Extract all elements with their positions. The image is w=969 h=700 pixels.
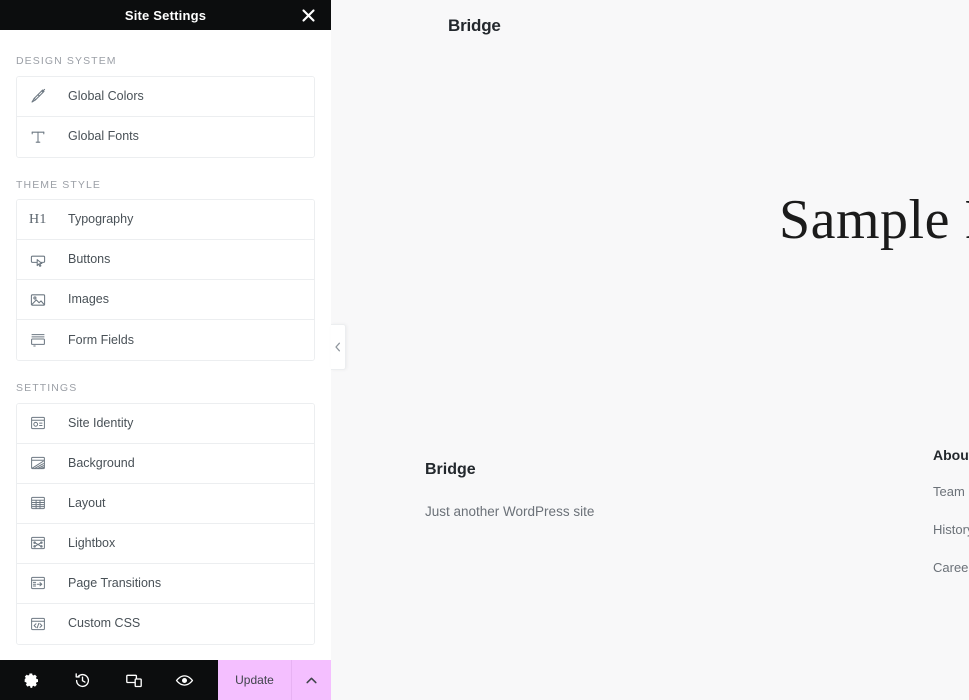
heading-h1-icon: H1 (29, 211, 55, 227)
menu-item-label: Site Identity (68, 415, 134, 430)
layout-icon (29, 494, 55, 512)
update-button[interactable]: Update (218, 660, 291, 700)
panel-header: Site Settings (0, 0, 331, 30)
image-icon (29, 291, 55, 309)
menu-item-label: Form Fields (68, 332, 134, 347)
menu-item-typography[interactable]: H1 Typography (17, 200, 314, 240)
section-label-settings: SETTINGS (16, 382, 78, 394)
panel-title: Site Settings (124, 7, 207, 23)
menu-item-label: Typography (68, 212, 134, 227)
section-label-theme-style: THEME STYLE (16, 178, 102, 191)
page-transitions-icon (29, 574, 55, 592)
menu-item-site-identity[interactable]: Site Identity (17, 403, 314, 444)
footer-link-careers[interactable]: Careers (933, 561, 969, 574)
menu-item-lightbox[interactable]: Lightbox (17, 523, 314, 564)
footer-tagline: Just another WordPress site (425, 504, 595, 519)
custom-css-code-icon (29, 615, 55, 633)
menu-item-label: Buttons (68, 252, 111, 267)
site-settings-panel: Site Settings DESIGN SYSTEM Global Color… (0, 0, 331, 700)
close-icon[interactable] (299, 6, 317, 24)
menu-item-label: Custom CSS (68, 616, 141, 631)
menu-item-page-transitions[interactable]: Page Transitions (17, 563, 314, 604)
update-button-label: Update (235, 673, 274, 687)
typography-t-icon (29, 128, 55, 146)
menu-item-global-fonts[interactable]: Global Fonts (17, 116, 314, 157)
menu-group-settings: Site Identity Background Layout Lightbox… (16, 402, 315, 645)
elementor-editor: Site Settings DESIGN SYSTEM Global Color… (0, 0, 969, 700)
footer-tools-group (0, 660, 218, 700)
preview-site-footer: Bridge Just another WordPress site (425, 462, 969, 519)
background-icon (29, 454, 55, 472)
site-preview-area: Bridge Sample P Bridge Just another Word… (331, 0, 969, 700)
site-identity-icon (29, 414, 55, 432)
h1-glyph: H1 (29, 211, 47, 227)
chevron-up-icon[interactable] (291, 660, 331, 700)
menu-item-layout[interactable]: Layout (17, 483, 314, 524)
form-fields-icon (29, 331, 55, 349)
menu-item-images[interactable]: Images (17, 280, 314, 320)
button-cursor-icon (29, 251, 55, 269)
menu-group-design-system: Global Colors Global Fonts (16, 75, 315, 158)
menu-item-label: Images (68, 292, 109, 307)
section-label-design-system: DESIGN SYSTEM (16, 55, 117, 67)
responsive-mode-icon[interactable] (108, 660, 159, 700)
lightbox-icon (29, 534, 55, 552)
panel-collapse-handle[interactable] (331, 324, 346, 370)
settings-gear-icon[interactable] (6, 660, 57, 700)
preview-site-header: Bridge (448, 17, 501, 34)
menu-item-form-fields[interactable]: Form Fields (17, 320, 314, 360)
footer-brand: Bridge (425, 461, 476, 478)
page-title: Sample P (779, 189, 969, 251)
footer-column-about: About Team History Careers (933, 448, 969, 574)
paintbrush-icon (29, 87, 55, 105)
history-icon[interactable] (57, 660, 108, 700)
menu-item-background[interactable]: Background (17, 443, 314, 484)
preview-hero: Sample P (779, 188, 969, 252)
footer-link-team[interactable]: Team (933, 485, 969, 498)
menu-item-label: Global Fonts (68, 129, 139, 144)
panel-footer-toolbar: Update (0, 660, 331, 700)
menu-item-buttons[interactable]: Buttons (17, 240, 314, 280)
menu-group-theme-style: H1 Typography Buttons Images Form Fields (16, 199, 315, 361)
menu-item-label: Global Colors (68, 88, 144, 103)
menu-item-label: Layout (68, 495, 106, 510)
footer-column-title: About (933, 447, 969, 463)
panel-body: DESIGN SYSTEM Global Colors Global Fonts… (0, 30, 331, 660)
menu-item-label: Lightbox (68, 535, 116, 550)
site-logo[interactable]: Bridge (448, 17, 501, 34)
menu-item-label: Background (68, 455, 135, 470)
preview-eye-icon[interactable] (159, 660, 210, 700)
menu-item-label: Page Transitions (68, 575, 162, 590)
footer-link-history[interactable]: History (933, 523, 969, 536)
menu-item-global-colors[interactable]: Global Colors (17, 76, 314, 117)
menu-item-custom-css[interactable]: Custom CSS (17, 603, 314, 644)
